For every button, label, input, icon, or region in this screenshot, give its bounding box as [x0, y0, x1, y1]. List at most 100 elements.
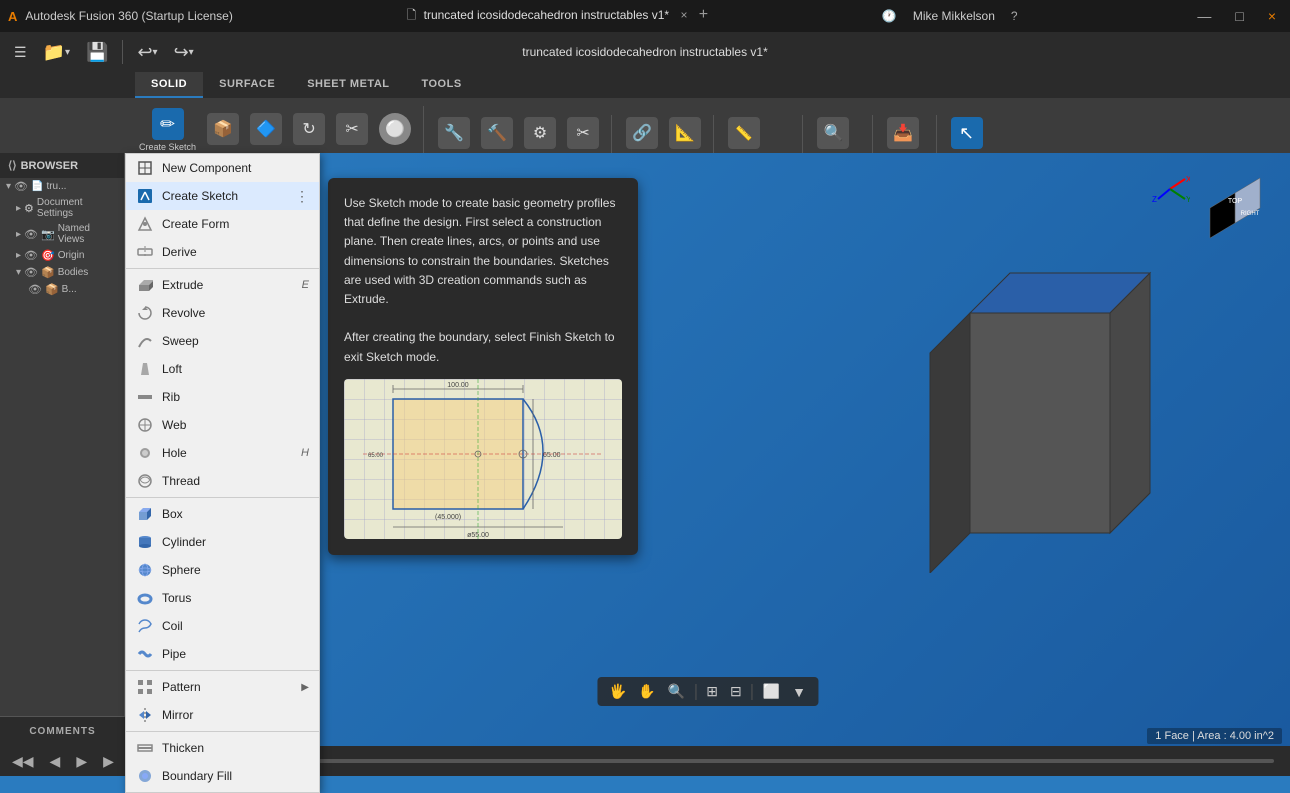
hole-label: Hole: [162, 446, 293, 460]
modify-btn4[interactable]: ✂: [563, 115, 603, 151]
app-menu-btn[interactable]: ☰: [8, 40, 33, 65]
save-btn[interactable]: 💾: [80, 38, 114, 67]
canvas-toolbar: 🖐 ✋ 🔍 ⊞ ⊟ ⬜ ▼: [597, 677, 818, 706]
browser-item-namedviews[interactable]: ▸ 👁 📷 Named Views: [0, 221, 124, 247]
construct-btn1[interactable]: 📏: [724, 115, 764, 151]
menu-item-box[interactable]: Box: [126, 500, 319, 528]
file-btn[interactable]: 📁 ▾: [37, 38, 76, 67]
undo-btn[interactable]: ↩ ▾: [131, 38, 163, 67]
nav-cube[interactable]: TOP RIGHT: [1200, 173, 1270, 243]
menu-item-mirror[interactable]: Mirror: [126, 701, 319, 729]
timeline-prev-btn[interactable]: ◀◀: [8, 751, 38, 772]
add-tab-icon[interactable]: +: [699, 6, 708, 23]
expand-icon: ▾: [6, 181, 11, 192]
svg-text:RIGHT: RIGHT: [1241, 211, 1260, 217]
assemble-btn2[interactable]: 📐: [665, 115, 705, 151]
timeline-play-btn[interactable]: ▶: [72, 751, 91, 772]
modify-btn1[interactable]: 🔧: [434, 115, 474, 151]
menu-item-hole[interactable]: Hole H: [126, 439, 319, 467]
tab-sheet-metal[interactable]: SHEET METAL: [291, 72, 405, 98]
assemble-btn1[interactable]: 🔗: [622, 115, 662, 151]
new-component-icon: [136, 159, 154, 177]
tooltip-text: Use Sketch mode to create basic geometry…: [344, 194, 622, 367]
tab-solid[interactable]: SOLID: [135, 72, 203, 98]
menu-item-thread[interactable]: Thread: [126, 467, 319, 495]
sphere-btn[interactable]: ⚪: [375, 111, 415, 149]
menu-item-sphere[interactable]: Sphere: [126, 556, 319, 584]
cylinder-label: Cylinder: [162, 535, 309, 549]
browser-item-origin[interactable]: ▸ 👁 🎯 Origin: [0, 247, 124, 264]
menu-item-web[interactable]: Web: [126, 411, 319, 439]
canvas-tool-fit[interactable]: ⊞: [702, 681, 722, 702]
camera-icon: 📷: [41, 228, 55, 241]
history-icon[interactable]: 🕐: [882, 9, 897, 23]
create-sketch-more[interactable]: ⋮: [295, 188, 309, 205]
comments-label: COMMENTS: [29, 726, 95, 737]
maximize-btn[interactable]: □: [1229, 8, 1249, 24]
close-tab-icon[interactable]: ×: [680, 8, 687, 22]
menu-item-derive[interactable]: Derive: [126, 238, 319, 266]
svg-text:Y: Y: [1186, 195, 1190, 204]
redo-btn[interactable]: ↪ ▾: [168, 38, 200, 67]
tab-tools[interactable]: TOOLS: [405, 72, 477, 98]
derive-icon: [136, 243, 154, 261]
menu-item-thicken[interactable]: Thicken: [126, 734, 319, 762]
browser-collapse-icon[interactable]: ⟨⟩: [8, 159, 17, 172]
solid-btn[interactable]: 📦: [203, 111, 243, 149]
menu-item-coil[interactable]: Coil: [126, 612, 319, 640]
browser-item-docsettings[interactable]: ▸ ⚙ Document Settings: [0, 195, 124, 221]
loft-icon: [136, 360, 154, 378]
canvas-tool-zoom[interactable]: 🔍: [664, 681, 689, 702]
tab-surface[interactable]: SURFACE: [203, 72, 291, 98]
pattern-label: Pattern: [162, 680, 293, 694]
canvas-tool-display[interactable]: ⬜: [759, 681, 784, 702]
eye-icon[interactable]: 👁: [14, 180, 28, 193]
menu-item-torus[interactable]: Torus: [126, 584, 319, 612]
comments-bar[interactable]: COMMENTS: [0, 716, 125, 746]
form-btn[interactable]: 🔷: [246, 111, 286, 149]
eye-icon2[interactable]: 👁: [24, 228, 38, 241]
menu-item-pipe[interactable]: Pipe: [126, 640, 319, 668]
canvas-tool-pan[interactable]: ✋: [634, 681, 659, 702]
eye-icon5[interactable]: 👁: [28, 283, 42, 296]
eye-icon3[interactable]: 👁: [24, 249, 38, 262]
menu-item-cylinder[interactable]: Cylinder: [126, 528, 319, 556]
timeline-track[interactable]: [199, 759, 1274, 763]
menu-item-sweep[interactable]: Sweep: [126, 327, 319, 355]
browser-item-bodies[interactable]: ▾ 👁 📦 Bodies: [0, 264, 124, 281]
create-sketch-btn[interactable]: ✏ Create Sketch: [135, 106, 200, 154]
menu-item-loft[interactable]: Loft: [126, 355, 319, 383]
rotate-btn[interactable]: ↻: [289, 111, 329, 149]
menu-item-pattern[interactable]: Pattern ▶: [126, 673, 319, 701]
timeline-step-next-btn[interactable]: ▶: [99, 751, 118, 772]
menu-item-revolve[interactable]: Revolve: [126, 299, 319, 327]
close-btn[interactable]: ×: [1262, 8, 1282, 24]
timeline-step-prev-btn[interactable]: ◀: [46, 751, 65, 772]
eye-icon4[interactable]: 👁: [24, 266, 38, 279]
canvas-tool-more[interactable]: ▼: [788, 682, 810, 702]
help-icon[interactable]: ?: [1011, 9, 1018, 23]
inspect-btn1[interactable]: 🔍: [813, 115, 853, 151]
browser-item-root[interactable]: ▾ 👁 📄 tru...: [0, 178, 124, 195]
select-btn1[interactable]: ↖: [947, 115, 987, 151]
modify-btn2[interactable]: 🔨: [477, 115, 517, 151]
browser-item-body1[interactable]: 👁 📦 B...: [0, 281, 124, 298]
expand-icon2: ▸: [16, 203, 21, 214]
modify-btn3[interactable]: ⚙: [520, 115, 560, 151]
status-bar: 1 Face | Area : 4.00 in^2: [1147, 728, 1282, 744]
cut-btn[interactable]: ✂: [332, 111, 372, 149]
menu-item-rib[interactable]: Rib: [126, 383, 319, 411]
menu-item-extrude[interactable]: Extrude E: [126, 271, 319, 299]
mirror-label: Mirror: [162, 708, 309, 722]
canvas-tool-grid[interactable]: ⊟: [726, 681, 746, 702]
menu-sep3: [126, 670, 319, 671]
insert-btn1[interactable]: 📥: [883, 115, 923, 151]
menu-item-create-form[interactable]: Create Form: [126, 210, 319, 238]
svg-text:Z: Z: [1152, 195, 1157, 204]
menu-item-new-component[interactable]: New Component: [126, 154, 319, 182]
menu-item-create-sketch[interactable]: Create Sketch ⋮: [126, 182, 319, 210]
menu-item-boundary-fill[interactable]: Boundary Fill: [126, 762, 319, 790]
loft-label: Loft: [162, 362, 309, 376]
minimize-btn[interactable]: —: [1191, 8, 1217, 24]
canvas-tool-orbit[interactable]: 🖐: [605, 681, 630, 702]
